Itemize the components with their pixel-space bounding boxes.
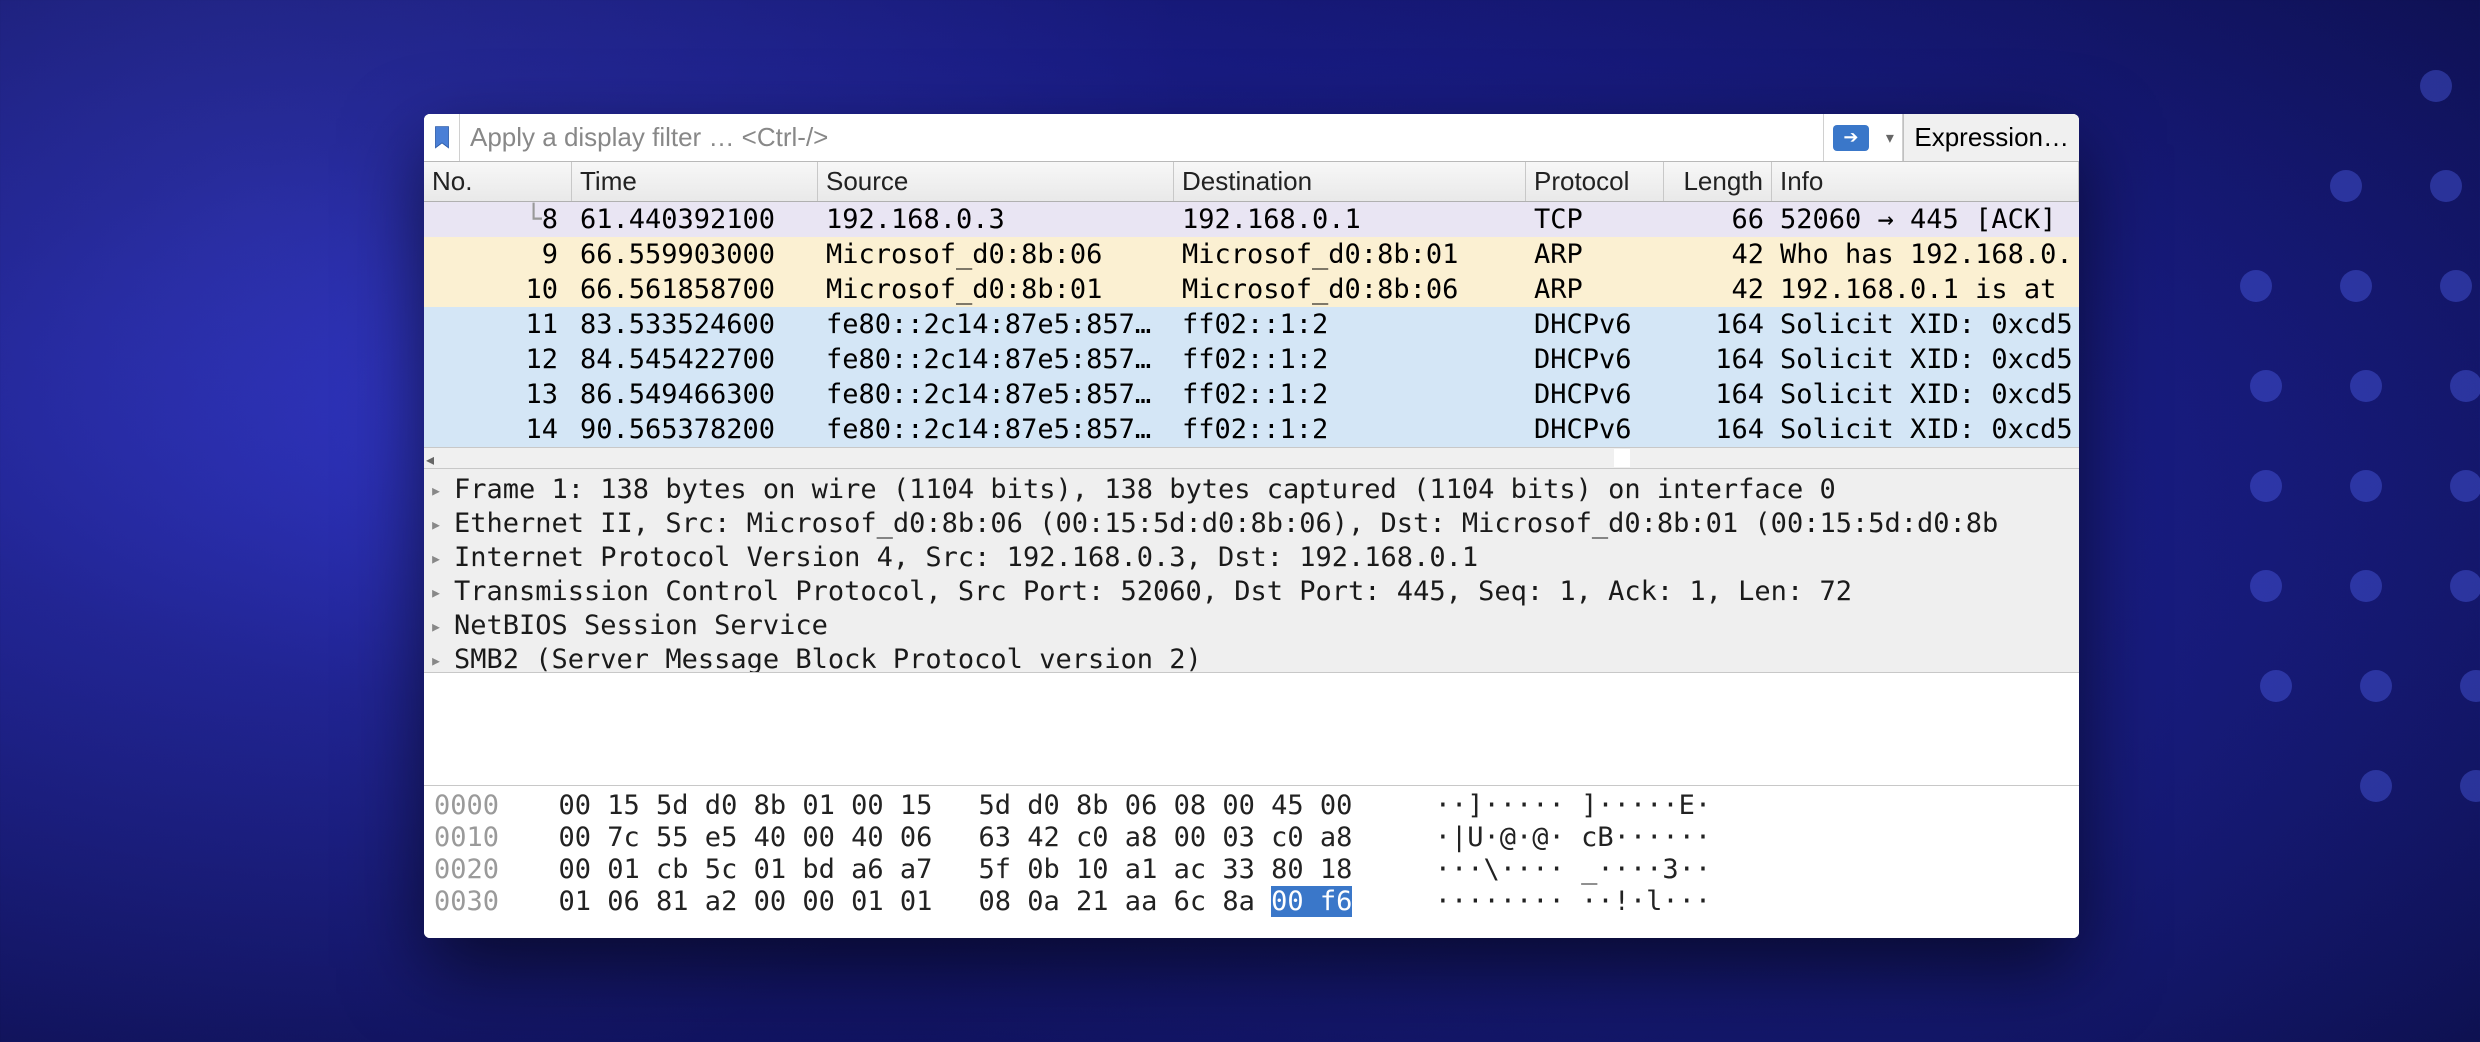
detail-tree-item[interactable]: ▸Ethernet II, Src: Microsof_d0:8b:06 (00… — [430, 507, 2073, 541]
column-header-no[interactable]: No. — [424, 162, 572, 201]
filter-bookmark-button[interactable] — [424, 114, 460, 161]
expand-caret-icon[interactable]: ▸ — [430, 643, 454, 673]
packet-list[interactable]: └861.440392100192.168.0.3192.168.0.1TCP6… — [424, 202, 2079, 447]
packet-list-header: No. Time Source Destination Protocol Len… — [424, 162, 2079, 202]
detail-tree-item[interactable]: ▸Transmission Control Protocol, Src Port… — [430, 575, 2073, 609]
expand-caret-icon[interactable]: ▸ — [430, 541, 454, 575]
packet-details-pane[interactable]: ▸Frame 1: 138 bytes on wire (1104 bits),… — [424, 469, 2079, 673]
expand-caret-icon[interactable]: ▸ — [430, 609, 454, 643]
hex-row[interactable]: 0030 01 06 81 a2 00 00 01 01 08 0a 21 aa… — [434, 886, 2069, 918]
hex-row[interactable]: 0010 00 7c 55 e5 40 00 40 06 63 42 c0 a8… — [434, 822, 2069, 854]
expand-caret-icon[interactable]: ▸ — [430, 473, 454, 507]
packet-row[interactable]: └861.440392100192.168.0.3192.168.0.1TCP6… — [424, 202, 2079, 237]
column-header-time[interactable]: Time — [572, 162, 818, 201]
packet-bytes-pane[interactable]: 0000 00 15 5d d0 8b 01 00 15 5d d0 8b 06… — [424, 785, 2079, 938]
arrow-right-icon: ➔ — [1833, 125, 1869, 151]
expand-caret-icon[interactable]: ▸ — [430, 507, 454, 541]
packet-row[interactable]: 966.559903000Microsof_d0:8b:06Microsof_d… — [424, 237, 2079, 272]
column-header-protocol[interactable]: Protocol — [1526, 162, 1664, 201]
hex-row[interactable]: 0020 00 01 cb 5c 01 bd a6 a7 5f 0b 10 a1… — [434, 854, 2069, 886]
column-header-destination[interactable]: Destination — [1174, 162, 1526, 201]
apply-filter-button[interactable]: ➔ — [1823, 114, 1877, 161]
scrollbar-thumb[interactable] — [1614, 449, 1630, 467]
hex-row[interactable]: 0000 00 15 5d d0 8b 01 00 15 5d d0 8b 06… — [434, 790, 2069, 822]
wireshark-window: ➔ ▾ Expression… No. Time Source Destinat… — [424, 114, 2079, 938]
detail-tree-item[interactable]: ▸NetBIOS Session Service — [430, 609, 2073, 643]
display-filter-bar: ➔ ▾ Expression… — [424, 114, 2079, 162]
column-header-length[interactable]: Length — [1664, 162, 1772, 201]
packet-row[interactable]: 1386.549466300fe80::2c14:87e5:857…ff02::… — [424, 377, 2079, 412]
expand-caret-icon[interactable]: ▸ — [430, 575, 454, 609]
filter-history-dropdown[interactable]: ▾ — [1877, 114, 1903, 161]
pane-gap — [424, 673, 2079, 785]
decorative-dots — [2180, 60, 2480, 840]
packet-row[interactable]: 1066.561858700Microsof_d0:8b:01Microsof_… — [424, 272, 2079, 307]
packet-list-hscrollbar[interactable]: ◂ — [424, 447, 2079, 469]
display-filter-input[interactable] — [460, 114, 1823, 161]
bookmark-icon — [432, 125, 452, 151]
packet-row[interactable]: 1490.565378200fe80::2c14:87e5:857…ff02::… — [424, 412, 2079, 447]
expression-button[interactable]: Expression… — [1903, 114, 2079, 161]
detail-tree-item[interactable]: ▸SMB2 (Server Message Block Protocol ver… — [430, 643, 2073, 673]
detail-tree-item[interactable]: ▸Internet Protocol Version 4, Src: 192.1… — [430, 541, 2073, 575]
packet-row[interactable]: 1284.545422700fe80::2c14:87e5:857…ff02::… — [424, 342, 2079, 377]
detail-tree-item[interactable]: ▸Frame 1: 138 bytes on wire (1104 bits),… — [430, 473, 2073, 507]
column-header-source[interactable]: Source — [818, 162, 1174, 201]
scroll-left-icon: ◂ — [426, 450, 434, 470]
packet-row[interactable]: 1183.533524600fe80::2c14:87e5:857…ff02::… — [424, 307, 2079, 342]
column-header-info[interactable]: Info — [1772, 162, 2079, 201]
